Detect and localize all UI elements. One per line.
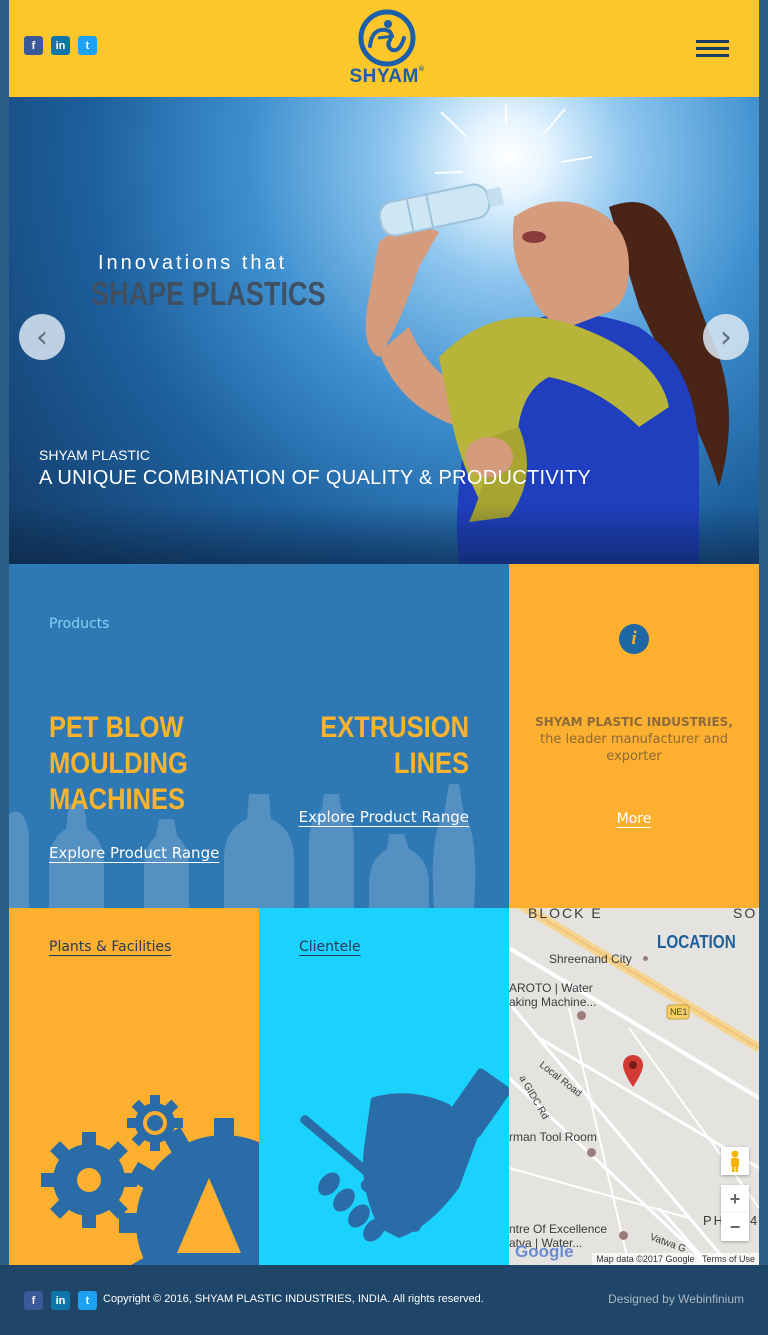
zoom-in-button[interactable]: + <box>721 1185 749 1213</box>
footer-social-links: f in t <box>24 1291 97 1310</box>
hero-caption-small: SHYAM PLASTIC <box>39 447 150 463</box>
explore-extrusion-link[interactable]: Explore Product Range <box>299 808 469 826</box>
map-terms-link[interactable]: Terms of Use <box>702 1254 755 1264</box>
product-title-line: MOULDING <box>49 747 188 780</box>
map-poi-icon <box>587 1148 596 1157</box>
menu-hamburger-icon[interactable] <box>696 40 729 58</box>
map-label: aking Machine... <box>509 995 597 1009</box>
info-description: the leader manufacturer and exporter <box>540 732 728 764</box>
products-section: Products PET BLOW MOULDING MACHINES EXTR… <box>9 564 509 908</box>
map-label: BLOCK E <box>528 908 603 921</box>
map-data-text: Map data ©2017 Google <box>596 1254 695 1264</box>
gears-icon <box>41 1095 259 1265</box>
map-label: SO <box>733 908 758 921</box>
hero-tagline-line1: Innovations that <box>98 252 288 274</box>
page: f in t SHYAM® Innovations that SHAPE PLA… <box>9 0 759 1335</box>
map-pin-icon[interactable] <box>621 1054 645 1088</box>
handshake-icon <box>300 1068 509 1242</box>
explore-pet-blow-link[interactable]: Explore Product Range <box>49 844 219 862</box>
linkedin-icon[interactable]: in <box>51 36 70 55</box>
map-label: 4 <box>750 1213 758 1228</box>
clientele-tile[interactable]: Clientele <box>259 908 509 1265</box>
products-heading: Products <box>49 616 110 632</box>
shyam-logo[interactable]: SHYAM® <box>342 8 432 90</box>
hero-tagline-line2: SHAPE PLASTICS <box>91 275 326 312</box>
facebook-icon[interactable]: f <box>24 36 43 55</box>
linkedin-icon[interactable]: in <box>51 1291 70 1310</box>
twitter-icon[interactable]: t <box>78 1291 97 1310</box>
hero-woman-drinking-image <box>365 183 729 564</box>
product-title-extrusion: EXTRUSION LINES <box>320 710 469 782</box>
header-social-links: f in t <box>24 36 97 55</box>
location-map[interactable]: BLOCK E SO LOCATION Shreenand City AROTO… <box>509 908 759 1265</box>
hero-caption-large: A UNIQUE COMBINATION OF QUALITY & PRODUC… <box>39 467 592 489</box>
designed-by-text[interactable]: Designed by Webinfinium <box>608 1292 744 1306</box>
map-poi-icon <box>641 954 650 963</box>
chevron-right-icon: › <box>720 319 732 355</box>
site-footer: f in t Copyright © 2016, SHYAM PLASTIC I… <box>0 1265 768 1335</box>
map-label: Shreenand City <box>549 952 632 966</box>
info-company-name: SHYAM PLASTIC INDUSTRIES, <box>535 715 733 729</box>
facebook-icon[interactable]: f <box>24 1291 43 1310</box>
street-view-pegman-icon[interactable] <box>721 1147 749 1175</box>
location-title: LOCATION <box>657 932 736 952</box>
twitter-icon[interactable]: t <box>78 36 97 55</box>
more-link[interactable]: More <box>509 811 759 827</box>
map-label: rman Tool Room <box>509 1130 597 1144</box>
map-attribution: Map data ©2017 Google Terms of Use <box>592 1253 759 1265</box>
logo-emblem-icon <box>358 9 416 67</box>
map-route-badge: NE1 <box>670 1007 688 1017</box>
plants-facilities-tile[interactable]: Plants & Facilities <box>9 908 259 1265</box>
map-label: ntre Of Excellence <box>509 1222 608 1236</box>
map-poi-icon <box>619 1231 628 1240</box>
info-icon: i <box>619 624 649 654</box>
about-info-panel: i SHYAM PLASTIC INDUSTRIES, the leader m… <box>509 564 759 908</box>
copyright-text: Copyright © 2016, SHYAM PLASTIC INDUSTRI… <box>103 1293 484 1305</box>
product-title-pet-blow: PET BLOW MOULDING MACHINES <box>49 710 188 818</box>
product-title-line: PET BLOW <box>49 711 184 744</box>
map-label: AROTO | Water <box>509 981 593 995</box>
product-title-line: EXTRUSION <box>320 711 469 744</box>
map-poi-icon <box>577 1011 586 1020</box>
site-header: f in t SHYAM® <box>9 0 759 97</box>
zoom-out-button[interactable]: − <box>721 1213 749 1241</box>
product-title-line: LINES <box>393 747 469 780</box>
hero-bottom-shade <box>9 504 759 564</box>
product-title-line: MACHINES <box>49 783 186 816</box>
logo-wordmark: SHYAM® <box>349 66 425 87</box>
slider-next-button[interactable]: › <box>703 314 749 360</box>
google-logo: Google <box>515 1242 574 1261</box>
slider-prev-button[interactable]: ‹ <box>19 314 65 360</box>
hero-slider: Innovations that SHAPE PLASTICS SHYAM PL… <box>9 97 759 564</box>
chevron-left-icon: ‹ <box>36 319 48 355</box>
